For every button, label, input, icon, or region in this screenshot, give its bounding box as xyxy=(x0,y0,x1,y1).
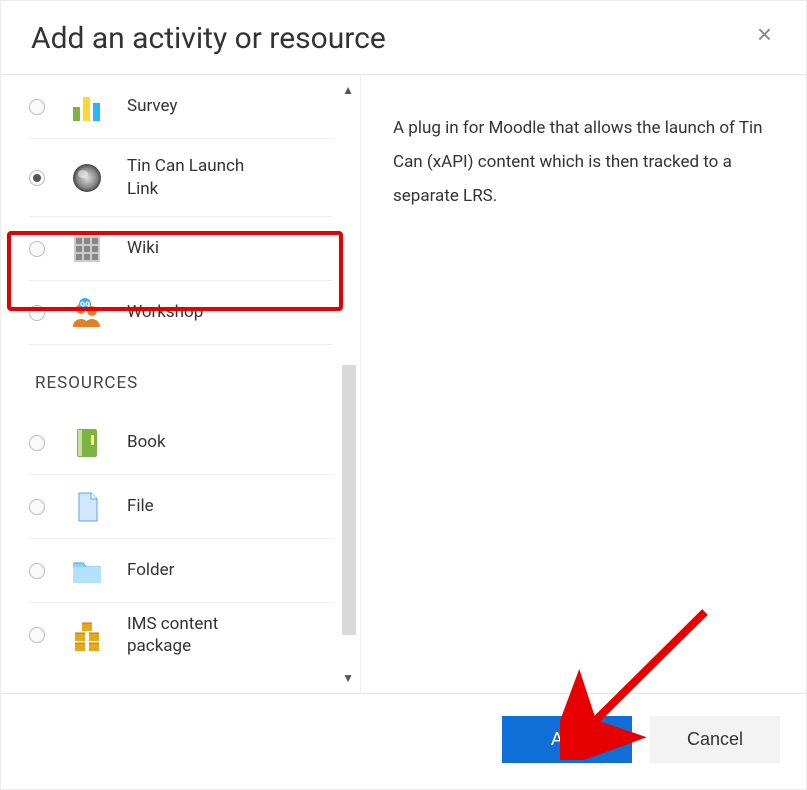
activity-description: A plug in for Moodle that allows the lau… xyxy=(393,111,774,213)
add-button[interactable]: Add xyxy=(502,716,632,763)
resource-label: IMS content package xyxy=(127,613,277,657)
scrollbar-thumb[interactable] xyxy=(342,365,356,635)
resource-item-book[interactable]: Book xyxy=(29,411,332,475)
close-button[interactable]: × xyxy=(753,21,776,47)
radio-workshop[interactable] xyxy=(29,305,45,321)
resource-label: File xyxy=(127,495,154,517)
resource-label: Book xyxy=(127,431,166,453)
description-pane: A plug in for Moodle that allows the lau… xyxy=(361,75,806,693)
workshop-icon: 99 xyxy=(69,295,105,331)
dialog-body: ▲ ▼ Survey Tin Can L xyxy=(1,75,806,693)
activity-item-tincan[interactable]: Tin Can Launch Link xyxy=(29,139,332,217)
activity-chooser-dialog: Add an activity or resource × ▲ ▼ Survey xyxy=(0,0,807,790)
dialog-header: Add an activity or resource × xyxy=(1,1,806,74)
radio-tincan[interactable] xyxy=(29,170,45,186)
scroll-up-icon[interactable]: ▲ xyxy=(342,83,354,97)
activity-label: Workshop xyxy=(127,301,203,323)
scroll-down-icon[interactable]: ▼ xyxy=(342,671,354,685)
radio-folder[interactable] xyxy=(29,563,45,579)
radio-book[interactable] xyxy=(29,435,45,451)
activity-item-workshop[interactable]: 99 Workshop xyxy=(29,281,332,345)
radio-file[interactable] xyxy=(29,499,45,515)
tincan-icon xyxy=(69,160,105,196)
activity-list-pane: ▲ ▼ Survey Tin Can L xyxy=(1,75,361,693)
survey-icon xyxy=(69,89,105,125)
dialog-footer: Add Cancel xyxy=(1,693,806,789)
activity-item-wiki[interactable]: Wiki xyxy=(29,217,332,281)
activity-list: Survey Tin Can Launch Link Wiki xyxy=(1,75,356,693)
radio-survey[interactable] xyxy=(29,99,45,115)
resource-item-file[interactable]: File xyxy=(29,475,332,539)
radio-ims[interactable] xyxy=(29,627,45,643)
resources-heading: RESOURCES xyxy=(29,345,332,411)
file-icon xyxy=(69,489,105,525)
wiki-icon xyxy=(69,231,105,267)
resource-label: Folder xyxy=(127,559,174,581)
activity-item-survey[interactable]: Survey xyxy=(29,75,332,139)
cancel-button[interactable]: Cancel xyxy=(650,716,780,763)
activity-label: Survey xyxy=(127,95,177,117)
dialog-title: Add an activity or resource xyxy=(31,21,386,56)
activity-label: Wiki xyxy=(127,237,159,259)
resource-item-folder[interactable]: Folder xyxy=(29,539,332,603)
resource-item-ims[interactable]: IMS content package xyxy=(29,603,332,667)
folder-icon xyxy=(69,553,105,589)
activity-label: Tin Can Launch Link xyxy=(127,155,277,199)
svg-text:99: 99 xyxy=(80,301,90,311)
radio-wiki[interactable] xyxy=(29,241,45,257)
book-icon xyxy=(69,425,105,461)
ims-icon xyxy=(69,617,105,653)
